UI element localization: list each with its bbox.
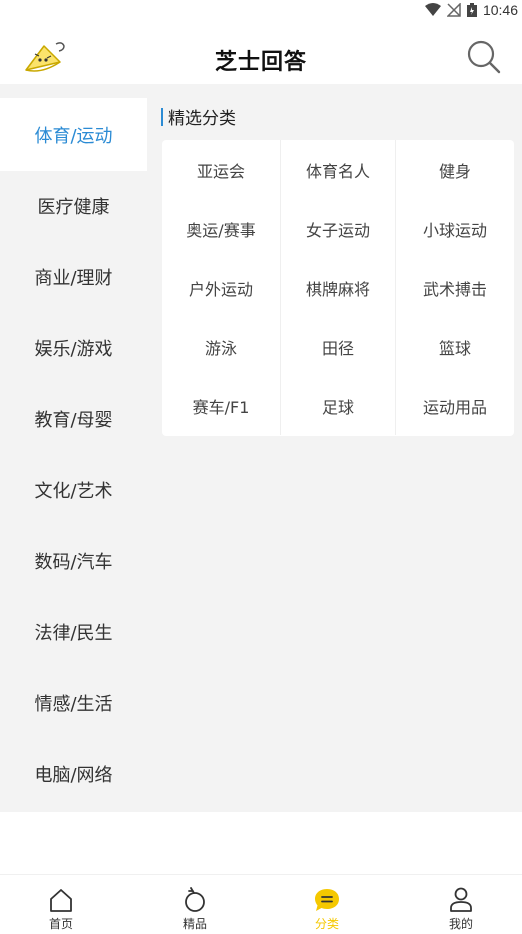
nav-label: 精品 — [182, 917, 207, 931]
sidebar-item-education[interactable]: 教育/母婴 — [0, 384, 147, 454]
sidebar-item-medical[interactable]: 医疗健康 — [0, 171, 147, 241]
category-cell[interactable]: 游泳 — [162, 317, 280, 376]
sidebar-item-label: 医疗健康 — [37, 197, 110, 218]
category-cell[interactable]: 足球 — [280, 376, 396, 435]
category-cell[interactable]: 田径 — [280, 317, 396, 376]
wifi-icon — [424, 3, 441, 16]
ring-icon — [185, 887, 205, 912]
category-cell[interactable]: 武术搏击 — [396, 258, 514, 317]
nav-profile[interactable]: 我的 — [431, 885, 491, 932]
app-header: 芝士回答 — [0, 34, 522, 84]
sidebar-item-entertainment[interactable]: 娱乐/游戏 — [0, 313, 147, 383]
page-title: 芝士回答 — [214, 50, 307, 75]
sidebar-item-culture[interactable]: 文化/艺术 — [0, 455, 147, 525]
section-header: 精选分类 — [161, 104, 236, 129]
person-icon — [450, 887, 472, 912]
category-sidebar: 体育/运动 医疗健康 商业/理财 娱乐/游戏 教育/母婴 文化/艺术 数码/汽车… — [0, 84, 147, 812]
sidebar-item-finance[interactable]: 商业/理财 — [0, 242, 147, 312]
nav-featured[interactable]: 精品 — [165, 885, 225, 932]
nav-label: 我的 — [448, 917, 473, 931]
category-cell[interactable]: 运动用品 — [396, 376, 514, 435]
nav-categories[interactable]: 分类 — [297, 885, 357, 932]
status-bar: 10:46 — [0, 0, 522, 34]
sidebar-item-label: 娱乐/游戏 — [34, 339, 113, 360]
sidebar-item-digital[interactable]: 数码/汽车 — [0, 526, 147, 596]
search-icon[interactable] — [464, 36, 504, 76]
section-accent-bar — [161, 107, 163, 126]
nav-label: 首页 — [48, 917, 73, 931]
category-cell[interactable]: 户外运动 — [162, 258, 280, 317]
sidebar-item-label: 法律/民生 — [34, 623, 113, 644]
category-cell[interactable]: 棋牌麻将 — [280, 258, 396, 317]
section-title: 精选分类 — [168, 109, 236, 129]
category-cell[interactable]: 奥运/赛事 — [162, 199, 280, 258]
status-time: 10:46 — [482, 2, 518, 18]
nav-label: 分类 — [314, 917, 339, 931]
category-cell[interactable]: 赛车/F1 — [162, 376, 280, 435]
sidebar-item-emotion[interactable]: 情感/生活 — [0, 668, 147, 738]
home-icon — [50, 889, 72, 912]
sidebar-item-label: 体育/运动 — [34, 125, 113, 147]
category-cell[interactable]: 亚运会 — [162, 140, 280, 199]
category-cell[interactable]: 篮球 — [396, 317, 514, 376]
main-area: 体育/运动 医疗健康 商业/理财 娱乐/游戏 教育/母婴 文化/艺术 数码/汽车… — [0, 84, 522, 812]
sidebar-item-label: 商业/理财 — [34, 268, 113, 289]
category-cell[interactable]: 女子运动 — [280, 199, 396, 258]
sidebar-item-label: 文化/艺术 — [34, 481, 113, 502]
category-cell[interactable]: 健身 — [396, 140, 514, 199]
sidebar-item-label: 教育/母婴 — [34, 410, 113, 431]
category-content: 精选分类 亚运会 体育名人 健身 奥运/赛事 女子运动 小球运动 户外运动 棋牌… — [147, 84, 522, 812]
nav-home[interactable]: 首页 — [31, 885, 91, 932]
sidebar-item-computer[interactable]: 电脑/网络 — [0, 739, 147, 809]
sidebar-item-label: 情感/生活 — [34, 694, 113, 715]
bottom-nav: 首页 精品 分类 我的 — [0, 874, 522, 934]
chat-bubble-icon — [315, 889, 339, 911]
sidebar-item-law[interactable]: 法律/民生 — [0, 597, 147, 667]
no-signal-icon — [446, 3, 461, 17]
sidebar-item-sports[interactable]: 体育/运动 — [0, 98, 147, 171]
sidebar-item-label: 数码/汽车 — [34, 552, 113, 573]
sidebar-item-label: 电脑/网络 — [34, 765, 113, 786]
category-grid: 亚运会 体育名人 健身 奥运/赛事 女子运动 小球运动 户外运动 棋牌麻将 武术… — [162, 140, 514, 436]
battery-icon — [466, 3, 477, 17]
category-cell[interactable]: 小球运动 — [396, 199, 514, 258]
category-cell[interactable]: 体育名人 — [280, 140, 396, 199]
status-icons: 10:46 — [424, 0, 518, 20]
